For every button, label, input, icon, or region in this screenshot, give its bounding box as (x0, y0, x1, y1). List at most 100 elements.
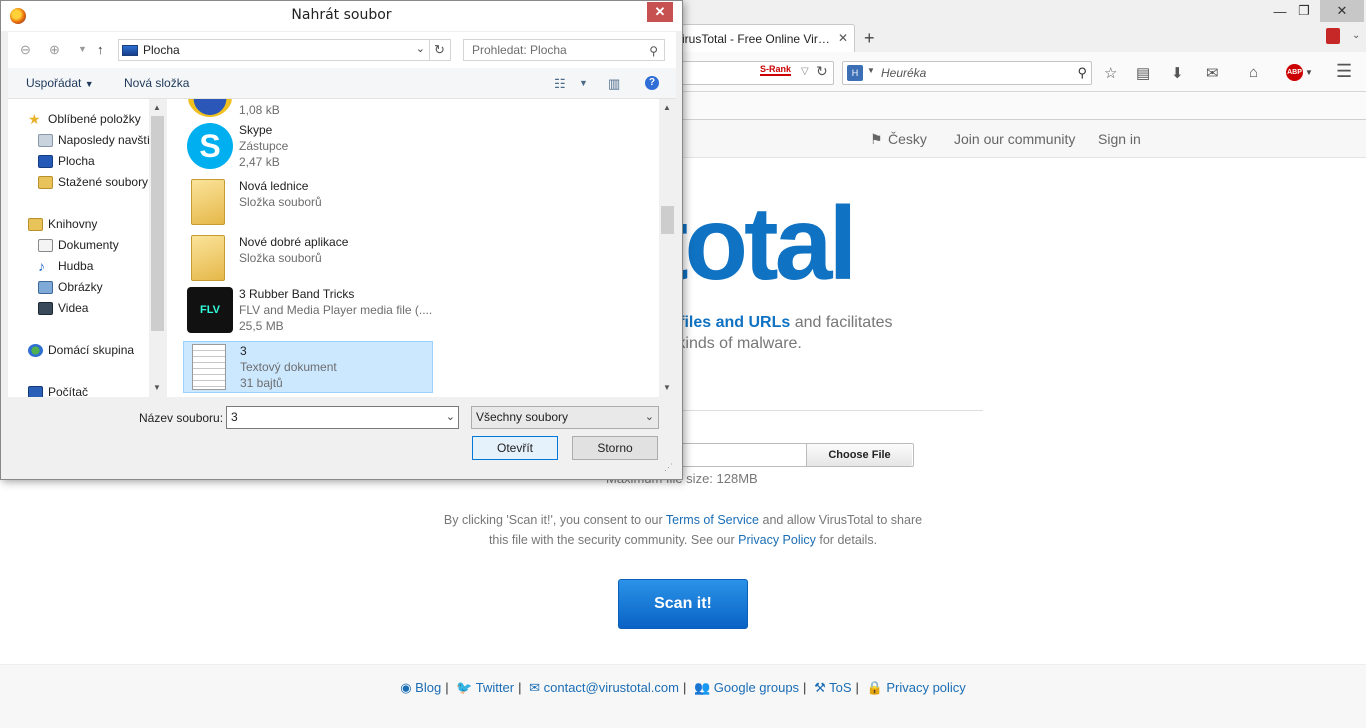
file-type: FLV and Media Player media file (.... (239, 303, 433, 317)
engine-dropdown-icon[interactable]: ▼ (867, 66, 875, 75)
search-bar[interactable]: H ▼ Heuréka ⚲ (842, 61, 1092, 85)
nav-pictures[interactable]: Obrázky (38, 277, 103, 297)
vt-footer: ◉ Blog | 🐦 Twitter | ✉ contact@virustotal.… (400, 680, 966, 695)
privacy-policy-link[interactable]: Privacy Policy (738, 533, 816, 547)
file-name: 3 Rubber Band Tricks (239, 287, 355, 301)
url-dropdown-icon[interactable]: ▽ (801, 66, 809, 77)
nav-recent[interactable]: Naposledy navští (38, 130, 150, 150)
search-icon[interactable]: ⚲ (649, 41, 658, 61)
nav-homegroup[interactable]: Domácí skupina (28, 340, 134, 360)
path-breadcrumb[interactable]: Plocha ⌄ (118, 39, 430, 61)
scroll-up-icon[interactable]: ▲ (663, 103, 671, 112)
path-dropdown-icon[interactable]: ⌄ (416, 42, 425, 55)
file-item-selected[interactable]: 3 Textový dokument 31 bajtů (183, 341, 433, 393)
preview-pane-icon[interactable]: ▥ (608, 76, 620, 92)
filename-value: 3 (231, 410, 238, 424)
new-folder-button[interactable]: Nová složka (124, 76, 189, 90)
terms-of-service-link[interactable]: Terms of Service (666, 513, 759, 527)
filename-input[interactable]: 3 ⌄ (226, 406, 459, 429)
open-button[interactable]: Otevřít (472, 436, 558, 460)
footer-tos-link[interactable]: ToS (829, 680, 851, 695)
community-link[interactable]: Join our community (954, 131, 1075, 147)
file-item[interactable]: S Skype Zástupce 2,47 kB (183, 121, 433, 173)
pictures-icon (38, 280, 53, 294)
nav-computer[interactable]: Počítač (28, 382, 88, 397)
view-options-icon[interactable]: ☷ (554, 76, 566, 92)
view-dropdown-icon[interactable]: ▼ (579, 78, 588, 88)
tagline-rest: and facilitates (790, 314, 893, 331)
file-list-scrollbar[interactable]: ▲ ▼ (659, 99, 676, 397)
nav-desktop[interactable]: Plocha (38, 151, 95, 171)
footer-twitter-link[interactable]: Twitter (476, 680, 514, 695)
adblock-dropdown-icon[interactable]: ▼ (1305, 68, 1313, 77)
refresh-icon[interactable]: ↻ (429, 39, 451, 61)
up-arrow-icon[interactable]: ↑ (97, 42, 104, 57)
scan-button[interactable]: Scan it! (618, 579, 748, 629)
nav-videos[interactable]: Videa (38, 298, 88, 318)
browser-tab[interactable]: irusTotal - Free Online Vir… ✕ (675, 24, 855, 52)
file-item[interactable]: 1,08 kB (183, 99, 433, 121)
file-item[interactable]: FLV 3 Rubber Band Tricks FLV and Media P… (183, 285, 433, 337)
nav-documents[interactable]: Dokumenty (38, 235, 119, 255)
flag-icon: ⚑ (870, 131, 883, 147)
window-close-button[interactable]: ✕ (1320, 0, 1364, 22)
forward-arrow-icon[interactable]: ⊕ (49, 42, 60, 58)
help-icon[interactable]: ? (645, 76, 659, 90)
file-item[interactable]: Nová lednice Složka souborů (183, 177, 433, 229)
menu-icon[interactable]: ☰ (1336, 61, 1352, 82)
footer-groups-link[interactable]: Google groups (714, 680, 799, 695)
adblock-icon[interactable]: ABP (1286, 64, 1303, 81)
navigation-scrollbar[interactable]: ▲ ▼ (149, 99, 166, 397)
scroll-down-icon[interactable]: ▼ (663, 383, 671, 392)
filetype-dropdown-icon[interactable]: ⌄ (645, 407, 654, 428)
desktop-icon (122, 44, 138, 56)
language-link[interactable]: Česky (888, 131, 927, 147)
srank-badge[interactable]: S-Rank (760, 64, 792, 76)
consent-text: By clicking 'Scan it!', you consent to o… (433, 510, 933, 550)
history-dropdown-icon[interactable]: ▼ (78, 44, 87, 54)
bookmark-star-icon[interactable]: ☆ (1104, 64, 1117, 82)
scrollbar-thumb[interactable] (151, 116, 164, 331)
resize-grip-icon[interactable]: ⋰ (664, 462, 673, 473)
scrollbar-thumb[interactable] (661, 206, 674, 234)
nav-downloads[interactable]: Stažené soubory (38, 172, 148, 192)
tab-close-icon[interactable]: ✕ (838, 31, 848, 45)
filetype-select[interactable]: Všechny soubory ⌄ (471, 406, 659, 429)
footer-privacy-link[interactable]: Privacy policy (886, 680, 965, 695)
choose-file-button[interactable]: Choose File (806, 444, 912, 466)
nav-libraries[interactable]: Knihovny (28, 214, 97, 234)
search-icon[interactable]: ⚲ (1077, 65, 1087, 81)
signin-link[interactable]: Sign in (1098, 131, 1141, 147)
bookmarks-list-icon[interactable]: ▤ (1136, 64, 1150, 82)
footer-email-link[interactable]: contact@virustotal.com (544, 680, 679, 695)
dialog-search-input[interactable]: Prohledat: Plocha ⚲ (463, 39, 665, 61)
nav-favorites[interactable]: ★ Oblíbené položky (28, 109, 141, 129)
reload-icon[interactable]: ↻ (816, 63, 828, 80)
addon-icon[interactable] (1326, 28, 1340, 44)
tab-list-chevron-icon[interactable]: ⌄ (1352, 30, 1360, 41)
filetype-value: Všechny soubory (476, 410, 569, 424)
libraries-icon (28, 217, 43, 231)
back-arrow-icon[interactable]: ⊖ (20, 42, 31, 58)
dialog-close-button[interactable]: ✕ (647, 2, 673, 22)
mail-icon[interactable]: ✉ (1206, 64, 1219, 82)
home-icon[interactable]: ⌂ (1249, 64, 1258, 81)
file-name: Nové dobré aplikace (239, 235, 349, 249)
footer-blog-link[interactable]: Blog (415, 680, 441, 695)
scroll-down-icon[interactable]: ▼ (153, 383, 161, 392)
nav-music[interactable]: ♪ Hudba (38, 256, 93, 276)
search-engine-icon[interactable]: H (847, 65, 863, 81)
videos-icon (38, 301, 53, 315)
scroll-up-icon[interactable]: ▲ (153, 103, 161, 112)
downloads-icon[interactable]: ⬇ (1171, 64, 1184, 82)
organize-label: Uspořádat (26, 76, 82, 90)
filename-dropdown-icon[interactable]: ⌄ (446, 407, 455, 428)
new-tab-button[interactable]: + (864, 28, 875, 49)
music-note-icon: ♪ (38, 257, 45, 274)
downloads-folder-icon (38, 175, 53, 189)
maximize-button[interactable]: ❐ (1287, 0, 1321, 22)
file-item[interactable]: Nové dobré aplikace Složka souborů (183, 233, 433, 285)
cancel-button[interactable]: Storno (572, 436, 658, 460)
star-icon: ★ (28, 110, 41, 127)
organize-menu[interactable]: Uspořádat ▼ (26, 76, 94, 90)
